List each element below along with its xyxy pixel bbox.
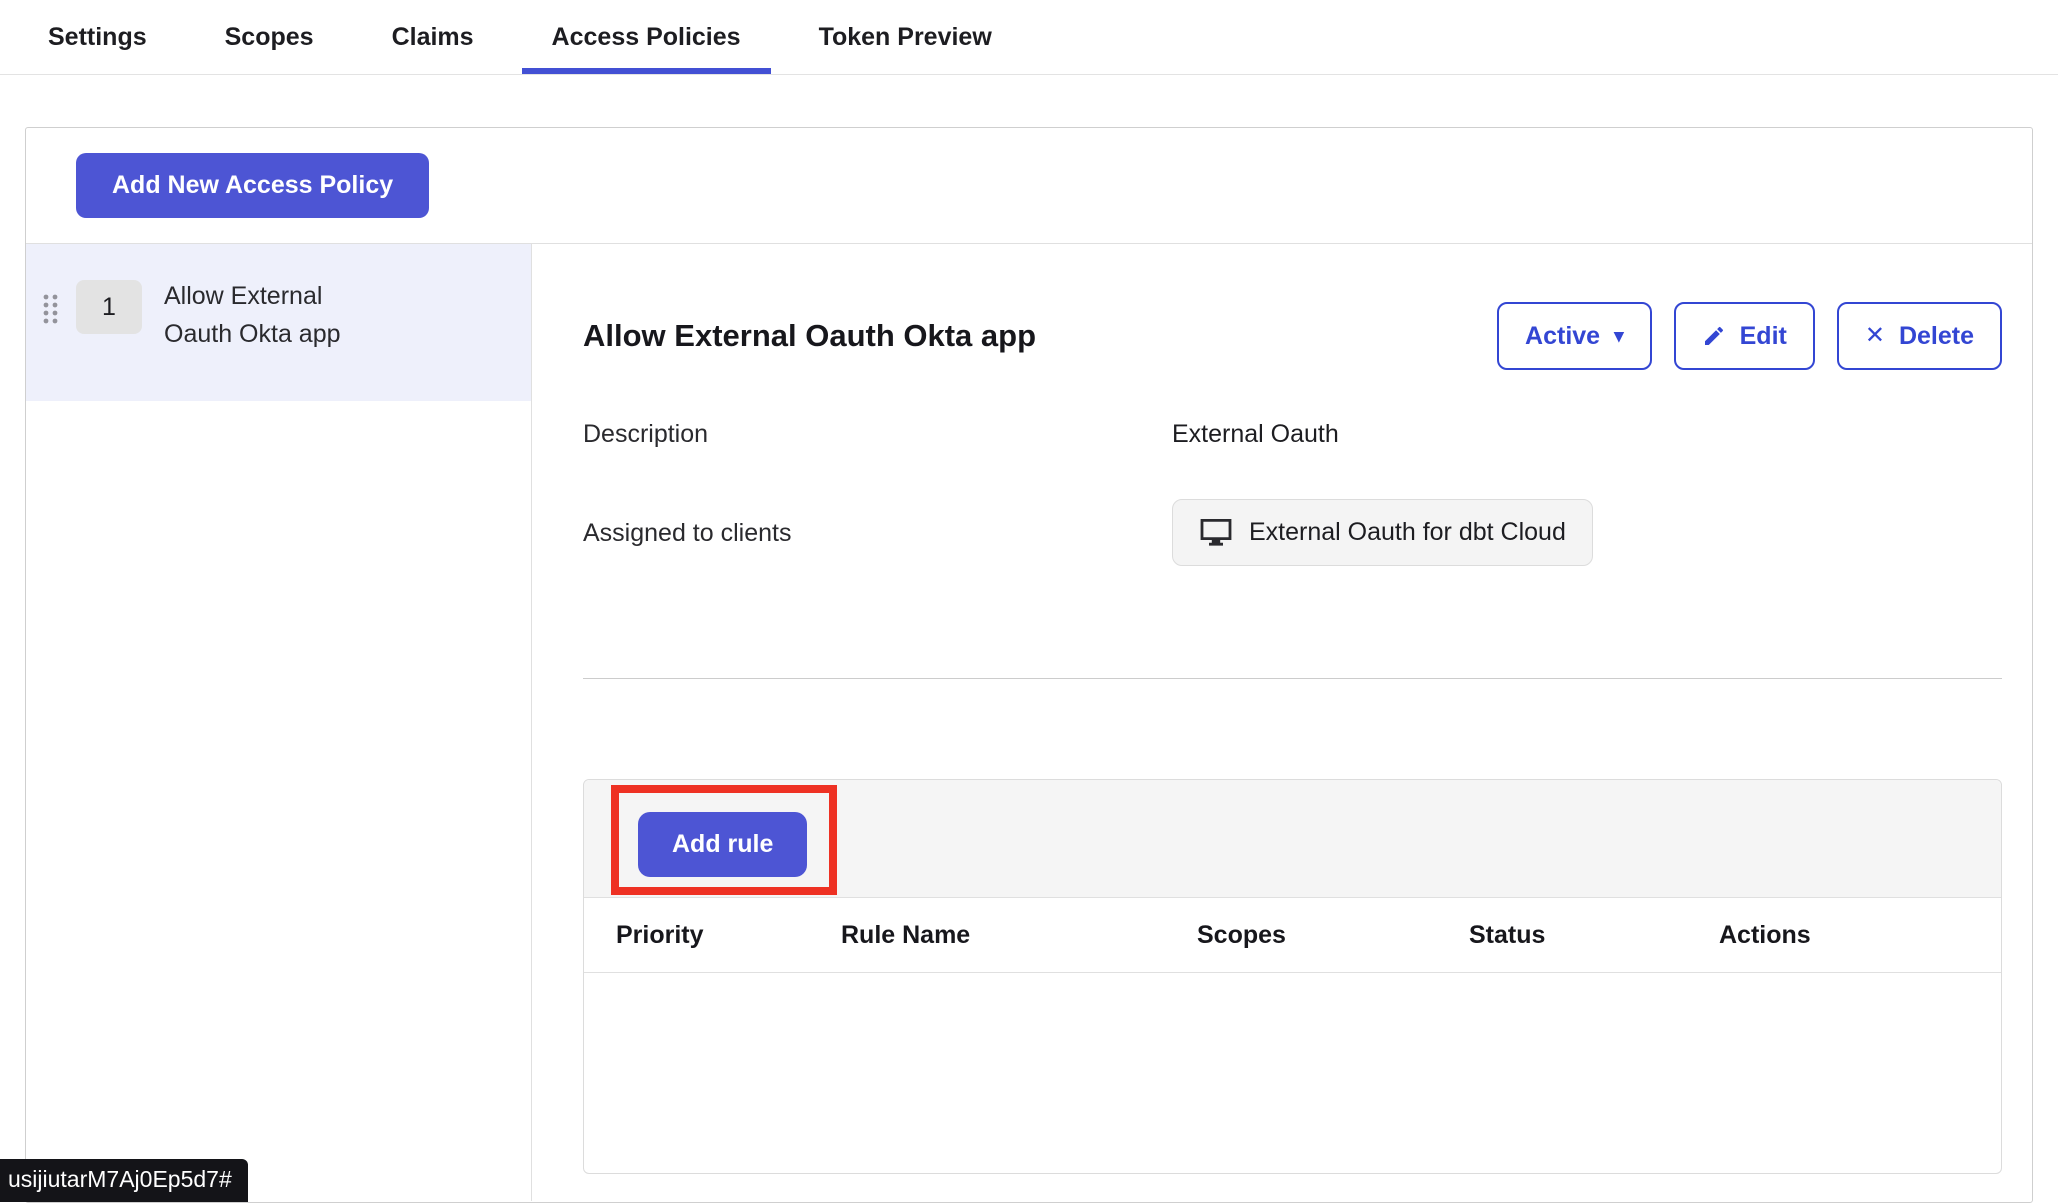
description-value: External Oauth — [1172, 420, 2002, 449]
tab-access-policies[interactable]: Access Policies — [552, 0, 741, 74]
policy-meta: Description External Oauth Assigned to c… — [583, 420, 2002, 566]
policy-detail: Allow External Oauth Okta app Active ▾ E… — [532, 244, 2032, 1201]
column-header-status: Status — [1469, 898, 1719, 973]
drag-handle-icon[interactable] — [40, 292, 66, 326]
monitor-icon — [1199, 519, 1233, 547]
access-policies-panel: Add New Access Policy 1 Allow Ext — [25, 127, 2033, 1203]
tab-scopes[interactable]: Scopes — [225, 0, 314, 74]
rules-card: Add rule Priority Rule Name Scopes Statu… — [583, 779, 2002, 1174]
add-rule-button[interactable]: Add rule — [638, 812, 807, 877]
policy-priority-badge: 1 — [76, 280, 142, 334]
pencil-icon — [1702, 324, 1726, 348]
delete-button-label: Delete — [1899, 324, 1974, 349]
policy-list-item[interactable]: 1 Allow External Oauth Okta app — [26, 244, 531, 401]
detail-title-row: Allow External Oauth Okta app Active ▾ E… — [583, 302, 2002, 370]
link-url-status-bar: usijiutarM7Aj0Ep5d7# — [0, 1159, 248, 1202]
chevron-down-icon: ▾ — [1614, 327, 1624, 346]
policy-list: 1 Allow External Oauth Okta app — [26, 244, 532, 1201]
policy-title: Allow External Oauth Okta app — [583, 318, 1036, 354]
tab-token-preview[interactable]: Token Preview — [819, 0, 992, 74]
red-highlight-annotation: Add rule — [611, 785, 837, 895]
assigned-to-clients-label: Assigned to clients — [583, 499, 1172, 548]
description-label: Description — [583, 420, 1172, 449]
rules-table-header-row: Priority Rule Name Scopes Status Actions — [584, 898, 2001, 973]
policy-name: Allow External Oauth Okta app — [164, 278, 394, 353]
client-chip[interactable]: External Oauth for dbt Cloud — [1172, 499, 1593, 566]
column-header-rule-name: Rule Name — [841, 898, 1197, 973]
panel-body: 1 Allow External Oauth Okta app Allow Ex… — [26, 244, 2032, 1201]
tab-bar: Settings Scopes Claims Access Policies T… — [0, 0, 2058, 75]
delete-policy-button[interactable]: ✕ Delete — [1837, 302, 2002, 370]
rules-table: Priority Rule Name Scopes Status Actions — [584, 897, 2001, 973]
section-divider — [583, 678, 2002, 679]
policy-action-buttons: Active ▾ Edit ✕ Delete — [1497, 302, 2002, 370]
add-new-access-policy-button[interactable]: Add New Access Policy — [76, 153, 429, 218]
panel-toolbar: Add New Access Policy — [26, 128, 2032, 244]
active-status-label: Active — [1525, 324, 1600, 349]
rules-toolbar: Add rule — [584, 780, 2001, 897]
client-chip-label: External Oauth for dbt Cloud — [1249, 518, 1566, 547]
close-icon: ✕ — [1865, 324, 1885, 348]
edit-policy-button[interactable]: Edit — [1674, 302, 1815, 370]
column-header-actions: Actions — [1719, 898, 2001, 973]
rules-empty-body — [584, 973, 2001, 1173]
column-header-scopes: Scopes — [1197, 898, 1469, 973]
active-status-dropdown[interactable]: Active ▾ — [1497, 302, 1652, 370]
edit-button-label: Edit — [1740, 324, 1787, 349]
tab-settings[interactable]: Settings — [48, 0, 147, 74]
column-header-priority: Priority — [584, 898, 841, 973]
assigned-clients-value: External Oauth for dbt Cloud — [1172, 499, 2002, 566]
tab-claims[interactable]: Claims — [392, 0, 474, 74]
